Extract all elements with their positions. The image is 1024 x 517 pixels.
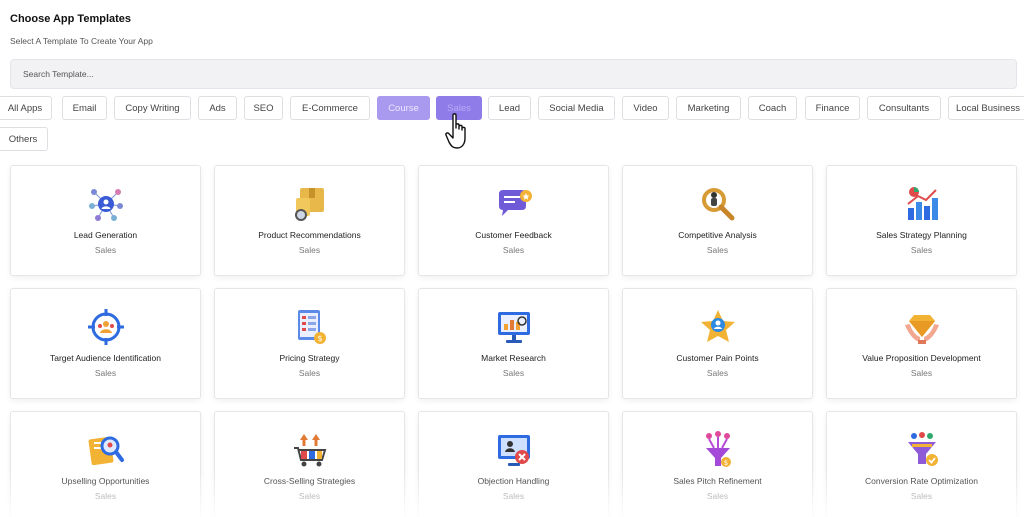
template-card-market-research[interactable]: Market Research Sales bbox=[418, 288, 609, 399]
template-card-cross-selling-strategies[interactable]: Cross-Selling Strategies Sales bbox=[214, 411, 405, 517]
hand-pointer-cursor-icon bbox=[445, 113, 466, 149]
funnel-people-icon bbox=[907, 432, 938, 466]
template-card-customer-feedback[interactable]: Customer Feedback Sales bbox=[418, 165, 609, 276]
star-badge-icon bbox=[700, 310, 735, 342]
bar-chart-icon bbox=[906, 187, 938, 220]
template-card-lead-generation[interactable]: Lead Generation Sales bbox=[10, 165, 201, 276]
template-name: Value Proposition Development bbox=[862, 353, 981, 363]
page-subtitle: Select A Template To Create Your App bbox=[10, 36, 153, 46]
template-card-product-recommendations[interactable]: Product Recommendations Sales bbox=[214, 165, 405, 276]
template-card-sales-pitch-refinement[interactable]: $ Sales Pitch Refinement Sales bbox=[622, 411, 813, 517]
template-card-conversion-rate-optimization[interactable]: Conversion Rate Optimization Sales bbox=[826, 411, 1017, 517]
screen-user-icon bbox=[497, 435, 530, 466]
filter-chip-lead[interactable]: Lead bbox=[488, 96, 531, 120]
filter-chip-course[interactable]: Course bbox=[377, 96, 430, 120]
filter-chip-consultants[interactable]: Consultants bbox=[867, 96, 941, 120]
template-card-pricing-strategy[interactable]: $ Pricing Strategy Sales bbox=[214, 288, 405, 399]
template-category: Sales bbox=[910, 491, 933, 501]
filter-chip-e-commerce[interactable]: E-Commerce bbox=[290, 96, 370, 120]
template-card-objection-handling[interactable]: Objection Handling Sales bbox=[418, 411, 609, 517]
magnifier-icon bbox=[701, 188, 734, 221]
template-name: Cross-Selling Strategies bbox=[263, 476, 356, 486]
cart-arrows-icon bbox=[293, 434, 326, 467]
svg-text:$: $ bbox=[317, 334, 322, 343]
target-icon bbox=[87, 309, 124, 345]
template-name: Market Research bbox=[481, 353, 546, 363]
package-icon bbox=[294, 188, 324, 221]
template-category: Sales bbox=[502, 491, 525, 501]
template-name: Pricing Strategy bbox=[279, 353, 340, 363]
template-name: Sales Pitch Refinement bbox=[673, 476, 762, 486]
template-card-competitive-analysis[interactable]: Competitive Analysis Sales bbox=[622, 165, 813, 276]
template-name: Sales Strategy Planning bbox=[876, 230, 967, 240]
monitor-chart-icon bbox=[497, 312, 530, 343]
hands-diamond-icon bbox=[904, 315, 939, 344]
template-category: Sales bbox=[502, 368, 525, 378]
page-title: Choose App Templates bbox=[10, 13, 132, 25]
network-icon bbox=[88, 189, 123, 221]
filter-chip-copy-writing[interactable]: Copy Writing bbox=[114, 96, 191, 120]
template-category: Sales bbox=[706, 491, 729, 501]
filter-chip-marketing[interactable]: Marketing bbox=[676, 96, 741, 120]
template-category: Sales bbox=[706, 368, 729, 378]
template-name: Objection Handling bbox=[477, 476, 550, 486]
template-name: Upselling Opportunities bbox=[61, 476, 150, 486]
template-category: Sales bbox=[502, 245, 525, 255]
template-category: Sales bbox=[298, 245, 321, 255]
template-card-sales-strategy-planning[interactable]: Sales Strategy Planning Sales bbox=[826, 165, 1017, 276]
template-category: Sales bbox=[706, 245, 729, 255]
search-document-icon bbox=[88, 436, 124, 466]
template-name: Customer Feedback bbox=[475, 230, 552, 240]
template-card-customer-pain-points[interactable]: Customer Pain Points Sales bbox=[622, 288, 813, 399]
template-name: Competitive Analysis bbox=[678, 230, 757, 240]
template-card-value-proposition-development[interactable]: Value Proposition Development Sales bbox=[826, 288, 1017, 399]
template-category: Sales bbox=[298, 368, 321, 378]
template-card-target-audience-identification[interactable]: Target Audience Identification Sales bbox=[10, 288, 201, 399]
template-name: Lead Generation bbox=[73, 230, 138, 240]
template-name: Conversion Rate Optimization bbox=[865, 476, 978, 486]
template-card-upselling-opportunities[interactable]: Upselling Opportunities Sales bbox=[10, 411, 201, 517]
svg-text:$: $ bbox=[723, 459, 727, 467]
filter-chip-ads[interactable]: Ads bbox=[198, 96, 237, 120]
filter-chip-video[interactable]: Video bbox=[622, 96, 669, 120]
filter-chip-local-business[interactable]: Local Business bbox=[948, 96, 1024, 120]
checklist-icon: $ bbox=[297, 310, 326, 344]
filter-chip-all-apps[interactable]: All Apps bbox=[0, 96, 52, 120]
chat-bubble-icon bbox=[498, 190, 532, 216]
template-name: Target Audience Identification bbox=[49, 353, 162, 363]
template-name: Product Recommendations bbox=[258, 230, 361, 240]
filter-chip-coach[interactable]: Coach bbox=[748, 96, 797, 120]
filter-chip-seo[interactable]: SEO bbox=[244, 96, 283, 120]
filter-chip-finance[interactable]: Finance bbox=[805, 96, 860, 120]
filter-chip-social-media[interactable]: Social Media bbox=[538, 96, 615, 120]
template-category: Sales bbox=[94, 245, 117, 255]
template-category: Sales bbox=[94, 491, 117, 501]
template-name: Customer Pain Points bbox=[676, 353, 759, 363]
filter-chip-email[interactable]: Email bbox=[62, 96, 107, 120]
search-input[interactable]: Search Template... bbox=[10, 59, 1017, 89]
funnel-spark-icon: $ bbox=[705, 431, 731, 467]
template-category: Sales bbox=[94, 368, 117, 378]
template-category: Sales bbox=[298, 491, 321, 501]
template-category: Sales bbox=[910, 368, 933, 378]
template-category: Sales bbox=[910, 245, 933, 255]
filter-chip-others[interactable]: Others bbox=[0, 127, 48, 151]
